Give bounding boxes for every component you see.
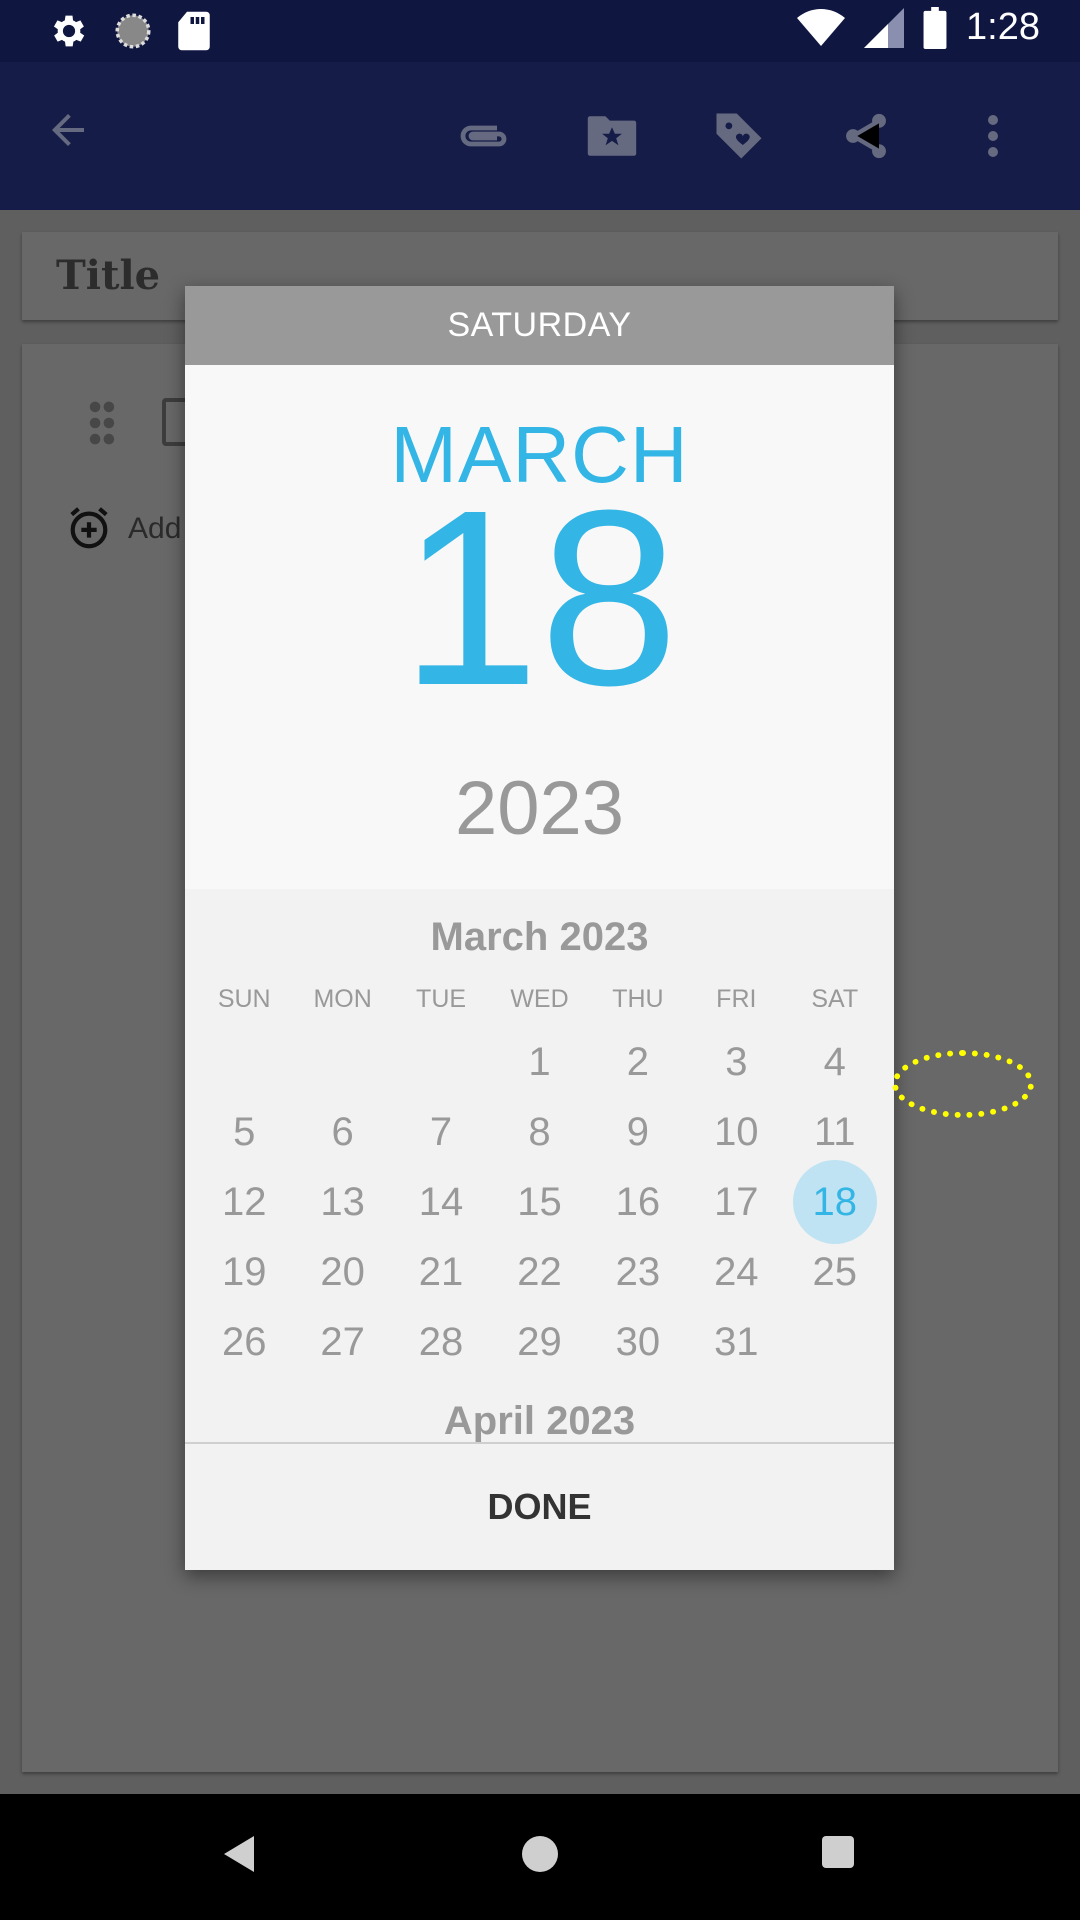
- share-icon: [845, 113, 886, 159]
- weekday-label: SAT: [811, 985, 859, 1013]
- calendar-day[interactable]: 25: [786, 1237, 884, 1307]
- calendar-week: 1 2 3 4: [195, 1027, 884, 1097]
- app-bar: [0, 62, 1080, 210]
- date-picker-dialog: SATURDAY MARCH 18 2023 March 2023 SUN MO…: [185, 286, 894, 1570]
- battery-icon: [923, 6, 947, 49]
- calendar-day[interactable]: 22: [490, 1237, 588, 1307]
- calendar-day[interactable]: 9: [589, 1097, 687, 1167]
- calendar-grid: March 2023 SUN MON TUE WED THU FRI SAT 1…: [185, 889, 894, 1442]
- highlight-marker: [892, 1050, 1034, 1118]
- calendar-day[interactable]: 23: [589, 1237, 687, 1307]
- calendar-day[interactable]: 14: [392, 1167, 490, 1237]
- more-options-button[interactable]: [929, 100, 1056, 172]
- sd-card-icon: [178, 11, 210, 51]
- calendar-day: [195, 1027, 293, 1097]
- weekday-label: WED: [510, 985, 569, 1013]
- calendar-day: [392, 1027, 490, 1097]
- weekday-label: THU: [612, 985, 664, 1013]
- nav-home-icon: [522, 1836, 558, 1872]
- calendar-day[interactable]: 27: [293, 1307, 391, 1377]
- calendar-month-title: March 2023: [430, 915, 649, 959]
- calendar-week: 12 13 14 15 16 17 18: [195, 1160, 884, 1244]
- tag-heart-icon: [716, 113, 761, 159]
- calendar-day[interactable]: 1: [490, 1027, 588, 1097]
- navigation-bar: [0, 1794, 1080, 1920]
- calendar-day-selected[interactable]: 18: [786, 1160, 884, 1244]
- more-vert-icon: [987, 115, 998, 157]
- calendar-day: [786, 1307, 884, 1377]
- nav-back-icon: [224, 1836, 254, 1872]
- share-button[interactable]: [802, 100, 929, 172]
- title-field[interactable]: Title: [56, 252, 160, 299]
- calendar-day[interactable]: 21: [392, 1237, 490, 1307]
- attach-button[interactable]: [421, 100, 548, 172]
- calendar-week: 19 20 21 22 23 24 25: [195, 1237, 884, 1307]
- signal-icon: [864, 7, 905, 48]
- weekday-label: TUE: [416, 985, 467, 1013]
- selected-date-display: MARCH 18 2023: [185, 365, 894, 889]
- calendar-day[interactable]: 17: [687, 1167, 785, 1237]
- calendar-day[interactable]: 28: [392, 1307, 490, 1377]
- calendar-day[interactable]: 16: [589, 1167, 687, 1237]
- calendar-day[interactable]: 31: [687, 1307, 785, 1377]
- selected-day[interactable]: 18: [185, 473, 894, 723]
- weekday-label: MON: [313, 985, 372, 1013]
- done-button[interactable]: DONE: [487, 1486, 591, 1528]
- drag-handle-icon[interactable]: [88, 400, 116, 451]
- clock: 1:28: [966, 6, 1040, 48]
- folder-star-icon: [587, 116, 636, 156]
- category-button[interactable]: [548, 100, 675, 172]
- status-bar: 1:28: [0, 0, 1080, 62]
- add-reminder-label[interactable]: Add: [128, 512, 181, 546]
- calendar-day[interactable]: 5: [195, 1097, 293, 1167]
- nav-recents-icon: [822, 1836, 854, 1868]
- wifi-icon: [797, 8, 846, 46]
- gear-icon: [53, 15, 85, 47]
- circle-progress-icon: [115, 13, 151, 49]
- add-alarm-icon: [66, 505, 112, 556]
- calendar-day[interactable]: 6: [293, 1097, 391, 1167]
- dialog-footer: DONE: [185, 1442, 894, 1570]
- weekday-header: SATURDAY: [185, 286, 894, 365]
- calendar-day[interactable]: 3: [687, 1027, 785, 1097]
- calendar-day[interactable]: 11: [786, 1097, 884, 1167]
- calendar-day[interactable]: 7: [392, 1097, 490, 1167]
- calendar-day[interactable]: 19: [195, 1237, 293, 1307]
- calendar-day[interactable]: 15: [490, 1167, 588, 1237]
- calendar-day[interactable]: 24: [687, 1237, 785, 1307]
- calendar-day: [293, 1027, 391, 1097]
- tag-button[interactable]: [675, 100, 802, 172]
- arrow-back-icon: [52, 114, 84, 146]
- weekday-label: SUN: [217, 985, 271, 1013]
- paperclip-icon: [460, 125, 506, 147]
- calendar-day[interactable]: 13: [293, 1167, 391, 1237]
- calendar-weeks: 1 2 3 4 5 6 7 8 9 10 11 12 13 14 15 16 1…: [185, 1027, 894, 1377]
- calendar-day[interactable]: 8: [490, 1097, 588, 1167]
- weekday-labels: SUN MON TUE WED THU FRI SAT: [185, 985, 894, 1014]
- calendar-day[interactable]: 20: [293, 1237, 391, 1307]
- calendar-day[interactable]: 10: [687, 1097, 785, 1167]
- nav-home-button[interactable]: [520, 1834, 560, 1879]
- weekday-label: FRI: [716, 985, 757, 1013]
- calendar-day[interactable]: 12: [195, 1167, 293, 1237]
- back-button[interactable]: [44, 106, 92, 159]
- calendar-week: 5 6 7 8 9 10 11: [195, 1097, 884, 1167]
- next-month-title: April 2023: [443, 1399, 636, 1442]
- calendar-week: 26 27 28 29 30 31: [195, 1307, 884, 1377]
- calendar-day[interactable]: 30: [589, 1307, 687, 1377]
- nav-back-button[interactable]: [222, 1834, 258, 1879]
- calendar-day[interactable]: 26: [195, 1307, 293, 1377]
- selected-year[interactable]: 2023: [185, 765, 894, 852]
- nav-recents-button[interactable]: [820, 1834, 856, 1875]
- calendar-day[interactable]: 2: [589, 1027, 687, 1097]
- calendar-day[interactable]: 29: [490, 1307, 588, 1377]
- calendar-day[interactable]: 4: [786, 1027, 884, 1097]
